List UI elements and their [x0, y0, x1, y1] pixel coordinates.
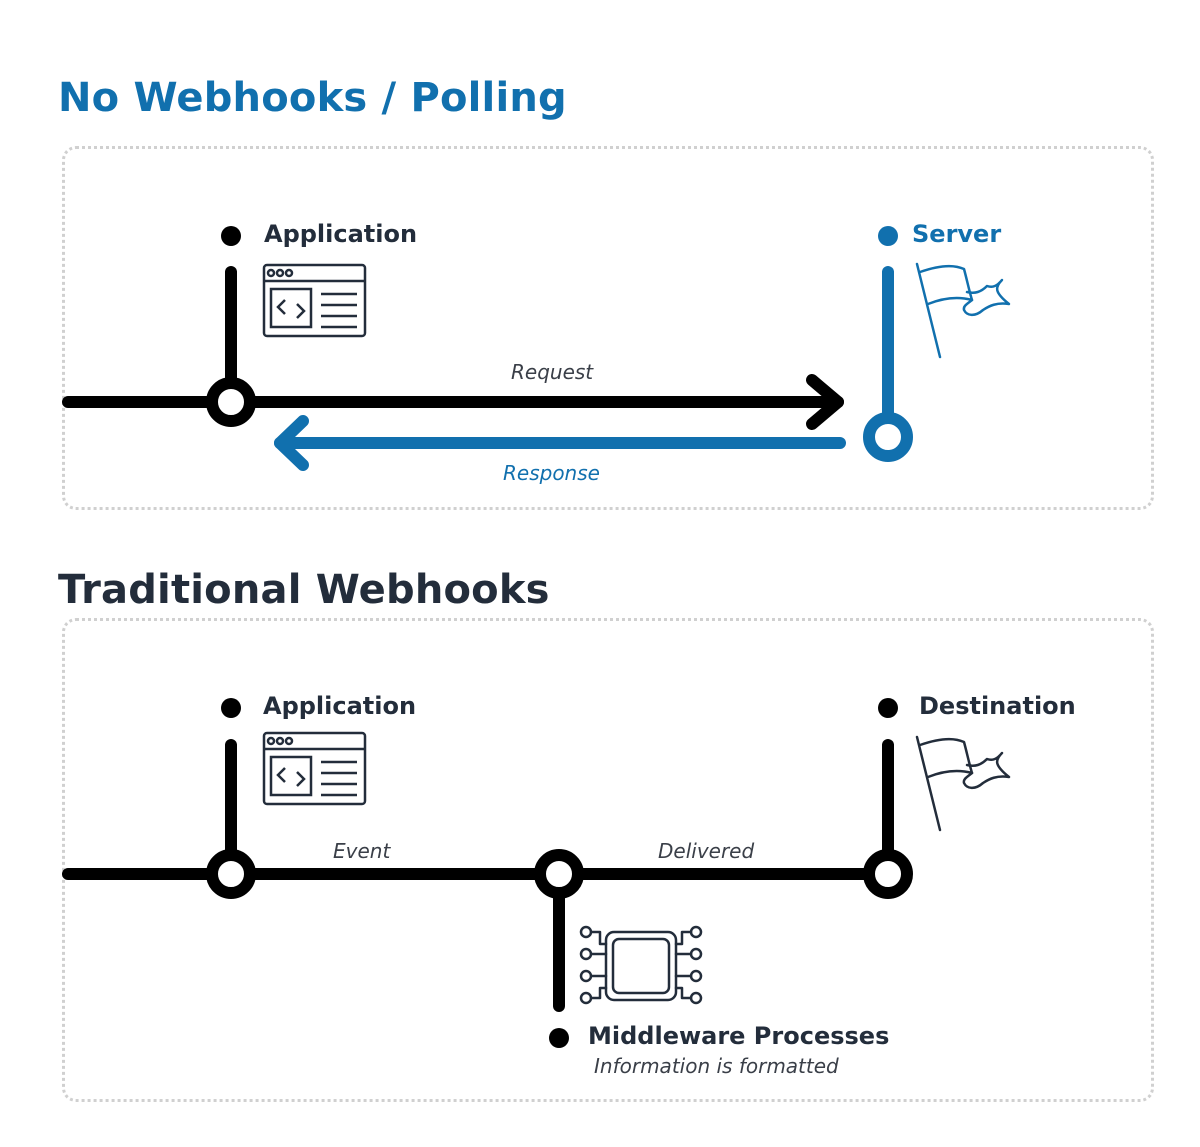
application-node-ring-2 [206, 849, 256, 899]
application-label-2: Application [263, 692, 417, 720]
server-node-ring [863, 412, 913, 462]
application-bullet-2 [221, 698, 241, 718]
application-node-ring [206, 377, 256, 427]
middleware-sublabel: Information is formatted [594, 1054, 839, 1078]
server-bullet [878, 226, 898, 246]
middleware-label: Middleware Processes [588, 1022, 890, 1050]
flag-icon-2 [915, 735, 1011, 832]
destination-bullet [878, 698, 898, 718]
response-label: Response [503, 461, 600, 485]
request-label: Request [511, 360, 594, 384]
application-label: Application [264, 220, 418, 248]
response-arrow [274, 415, 846, 471]
browser-code-icon [262, 263, 367, 338]
application-bullet [221, 226, 241, 246]
destination-node-ring [863, 849, 913, 899]
request-arrow [242, 374, 844, 430]
event-label: Event [333, 839, 391, 863]
diagram-canvas [62, 226, 1011, 1048]
middleware-node-ring [534, 849, 584, 899]
browser-code-icon-2 [262, 731, 367, 806]
delivered-label: Delivered [658, 839, 755, 863]
server-label: Server [912, 220, 1002, 248]
destination-label: Destination [919, 692, 1076, 720]
chip-icon [579, 925, 703, 1005]
middleware-bullet [549, 1028, 569, 1048]
flag-icon [915, 262, 1011, 359]
